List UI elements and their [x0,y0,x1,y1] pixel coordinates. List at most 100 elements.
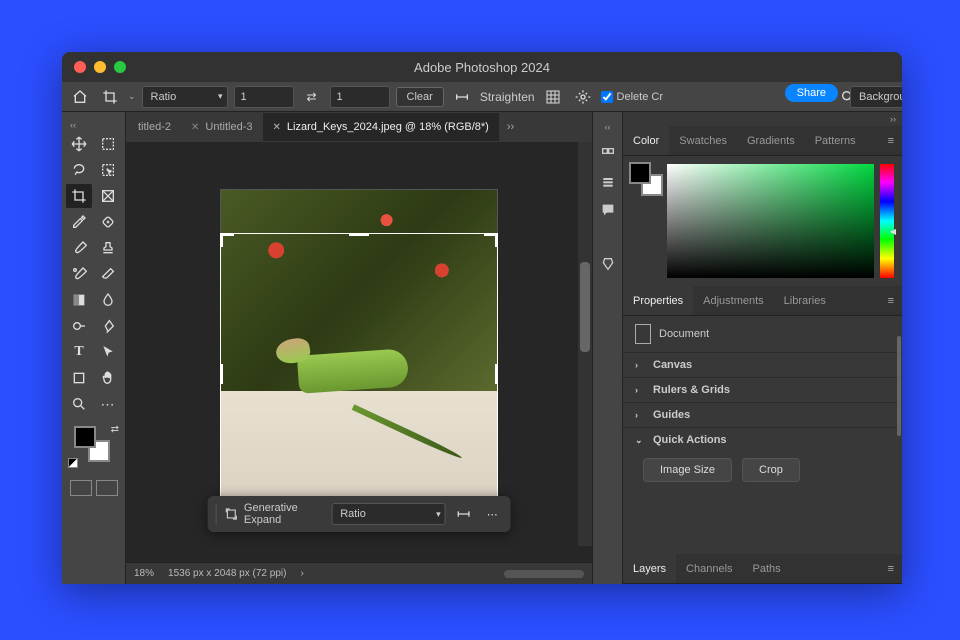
marquee-tool[interactable] [95,132,121,156]
pen-tool[interactable] [95,314,121,338]
dock-panel-1[interactable] [599,146,617,162]
crop-tool[interactable] [66,184,92,208]
quick-mask-button[interactable] [70,480,92,496]
straighten-icon[interactable] [450,85,474,109]
crop-height-input[interactable] [330,86,390,108]
gradient-tool[interactable] [66,288,92,312]
properties-scrollbar[interactable] [896,316,902,554]
saturation-field[interactable] [667,164,874,278]
eraser-tool[interactable] [95,262,121,286]
stamp-tool[interactable] [95,236,121,260]
crop-handle-tr[interactable] [484,233,498,247]
home-button[interactable] [68,85,92,109]
document-image[interactable] [220,189,498,515]
paths-tab[interactable]: Paths [743,554,791,583]
properties-tab[interactable]: Properties [623,286,693,315]
dock-comments-icon[interactable] [599,202,617,218]
close-window-button[interactable] [74,61,86,73]
image-size-button[interactable]: Image Size [643,458,732,482]
shape-tool[interactable] [66,366,92,390]
path-select-tool[interactable] [95,340,121,364]
lasso-tool[interactable] [66,158,92,182]
drag-handle[interactable] [216,504,217,524]
properties-panel-menu[interactable]: ≡ [880,295,902,307]
swatches-tab[interactable]: Swatches [669,126,737,155]
close-icon[interactable]: ✕ [273,122,281,133]
mini-foreground[interactable] [631,164,649,182]
zoom-tool[interactable] [66,392,92,416]
fill-select[interactable]: Background [850,86,902,108]
rulers-section[interactable]: ›Rulers & Grids [623,377,902,402]
crop-settings-button[interactable] [571,85,595,109]
dock-panel-2[interactable] [599,174,617,190]
horizontal-scrollbar[interactable] [504,570,584,578]
properties-panel-tabs: Properties Adjustments Libraries ≡ [623,286,902,316]
default-colors-button[interactable] [68,458,78,468]
canvas-section[interactable]: ›Canvas [623,352,902,377]
minimize-window-button[interactable] [94,61,106,73]
dock-panel-4[interactable] [599,256,617,272]
crop-marquee[interactable] [221,234,497,514]
vertical-scrollbar[interactable] [578,142,592,546]
healing-tool[interactable] [95,210,121,234]
history-brush-tool[interactable] [66,262,92,286]
doc-tab-1[interactable]: ✕Untitled-3 [181,113,262,141]
doc-tab-2[interactable]: ✕Lizard_Keys_2024.jpeg @ 18% (RGB/8*) [263,113,499,141]
crop-handle-tm[interactable] [349,233,369,236]
collapse-tools-button[interactable]: ‹‹ [66,118,121,132]
channels-tab[interactable]: Channels [676,554,742,583]
gradients-tab[interactable]: Gradients [737,126,805,155]
more-tools-button[interactable]: ⋯ [95,392,121,416]
crop-handle-rm[interactable] [495,364,498,384]
tab-overflow-button[interactable]: ›› [499,121,522,133]
collapse-dock-button[interactable]: ‹‹ [593,120,622,134]
delete-cropped-checkbox[interactable]: Delete Cr [601,91,663,103]
context-more-button[interactable]: ⋯ [482,502,502,526]
clear-button[interactable]: Clear [396,87,444,107]
quick-actions-section[interactable]: ⌄Quick Actions [623,427,902,452]
generative-expand-button[interactable]: Generative Expand [224,502,323,526]
ratio-preset-select[interactable]: Ratio [142,86,228,108]
eyedropper-tool[interactable] [66,210,92,234]
context-ratio-select[interactable]: Ratio [331,503,445,525]
hand-tool[interactable] [95,366,121,390]
canvas[interactable]: Generative Expand Ratio ⋯ [126,142,592,562]
collapse-panels-button[interactable]: ›› [623,112,902,126]
chevron-right-icon: › [635,410,645,420]
layers-tab[interactable]: Layers [623,554,676,583]
foreground-color[interactable] [74,426,96,448]
object-select-tool[interactable] [95,158,121,182]
hue-slider[interactable] [880,164,894,278]
context-straighten-button[interactable] [454,502,474,526]
move-tool[interactable] [66,132,92,156]
crop-width-input[interactable] [234,86,294,108]
zoom-window-button[interactable] [114,61,126,73]
dodge-tool[interactable] [66,314,92,338]
libraries-tab[interactable]: Libraries [774,286,836,315]
guides-section[interactable]: ›Guides [623,402,902,427]
chevron-right-icon: › [635,385,645,395]
blur-tool[interactable] [95,288,121,312]
type-tool[interactable]: T [66,340,92,364]
crop-handle-tl[interactable] [220,233,234,247]
swap-dimensions-button[interactable]: ⇄ [300,85,324,109]
color-tab[interactable]: Color [623,126,669,155]
grid-overlay-button[interactable] [541,85,565,109]
crop-handle-lm[interactable] [220,364,223,384]
color-panel-menu[interactable]: ≡ [880,135,902,147]
crop-tool-icon[interactable] [98,85,122,109]
screen-mode-button[interactable] [96,480,118,496]
brush-tool[interactable] [66,236,92,260]
crop-action-button[interactable]: Crop [742,458,800,482]
zoom-level[interactable]: 18% [134,568,154,579]
frame-tool[interactable] [95,184,121,208]
close-icon[interactable]: ✕ [191,122,199,133]
doc-tab-0[interactable]: titled-2 [128,113,181,141]
doc-dimensions[interactable]: 1536 px x 2048 px (72 ppi) [168,568,286,579]
swap-colors-button[interactable]: ⇄ [111,424,119,435]
patterns-tab[interactable]: Patterns [805,126,866,155]
layers-panel-menu[interactable]: ≡ [880,563,902,575]
status-chevron[interactable]: › [300,568,303,579]
adjustments-tab[interactable]: Adjustments [693,286,774,315]
share-button[interactable]: Share [785,84,838,102]
